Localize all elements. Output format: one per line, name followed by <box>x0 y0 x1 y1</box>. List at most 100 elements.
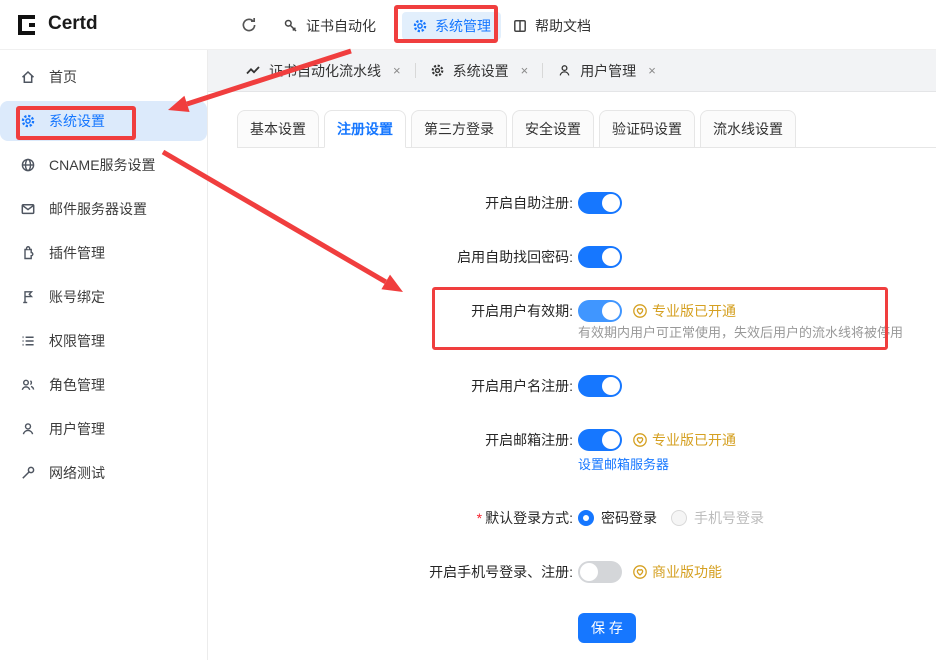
form-row-password-recovery: 启用自助找回密码: <box>208 246 936 268</box>
book-icon <box>512 18 528 34</box>
content-panel: 基本设置 注册设置 第三方登录 安全设置 验证码设置 流水线设置 开启自助注册:… <box>208 92 936 660</box>
globe-icon <box>20 157 36 173</box>
nav-cert-automation[interactable]: 证书自动化 <box>283 13 376 39</box>
sidebar-item-label: 权限管理 <box>49 331 105 351</box>
sidebar-item-plugin-management[interactable]: 插件管理 <box>0 233 207 273</box>
nav-help-docs[interactable]: 帮助文档 <box>512 13 591 39</box>
team-icon <box>20 377 36 393</box>
pro-edition-badge: 专业版已开通 <box>632 301 736 321</box>
sidebar-item-role-management[interactable]: 角色管理 <box>0 365 207 405</box>
top-header: Certd 证书自动化 系统管理 <box>0 0 936 50</box>
flag-icon <box>20 289 36 305</box>
register-settings-form: 开启自助注册: 启用自助找回密码: 开启用户有效期: <box>208 192 936 643</box>
badge-label: 专业版已开通 <box>652 430 736 450</box>
radio-checked-icon <box>578 510 594 526</box>
nav-label: 系统管理 <box>435 16 491 36</box>
radio-option-password-login[interactable]: 密码登录 <box>578 508 657 528</box>
toggle-knob <box>580 563 598 581</box>
mail-icon <box>20 201 36 217</box>
gear-icon <box>412 18 428 34</box>
field-label: 开启邮箱注册: <box>208 429 573 475</box>
username-register-toggle[interactable] <box>578 375 622 397</box>
sidebar-item-label: 邮件服务器设置 <box>49 199 147 219</box>
sidebar-item-system-settings[interactable]: 系统设置 <box>0 101 207 141</box>
sidebar-item-network-test[interactable]: 网络测试 <box>0 453 207 493</box>
tab-security-settings[interactable]: 安全设置 <box>512 110 594 148</box>
sidebar-item-label: CNAME服务设置 <box>49 155 156 175</box>
tab-pipeline-settings[interactable]: 流水线设置 <box>700 110 796 148</box>
sidebar-item-cname-settings[interactable]: CNAME服务设置 <box>0 145 207 185</box>
toggle-knob <box>602 194 620 212</box>
sidebar-item-label: 角色管理 <box>49 375 105 395</box>
toggle-knob <box>602 431 620 449</box>
form-row-username-register: 开启用户名注册: <box>208 375 936 397</box>
nav-system-management[interactable]: 系统管理 <box>402 12 501 40</box>
field-label: *默认登录方式: <box>208 507 573 529</box>
self-register-toggle[interactable] <box>578 192 622 214</box>
gear-icon <box>20 113 36 129</box>
page-tab-system-settings[interactable]: 系统设置 × <box>430 61 529 81</box>
line-chart-icon <box>245 63 261 79</box>
brand-title: Certd <box>48 13 98 35</box>
user-icon <box>557 63 572 78</box>
required-mark: * <box>477 510 482 526</box>
business-edition-badge: 商业版功能 <box>632 562 722 582</box>
puzzle-icon <box>20 245 36 261</box>
heart-badge-icon <box>632 564 648 580</box>
page-tab-label: 系统设置 <box>453 61 509 81</box>
certd-logo-icon <box>14 12 40 38</box>
page-tab-user-management[interactable]: 用户管理 × <box>557 61 656 81</box>
wrench-icon <box>20 465 36 481</box>
nav-label: 证书自动化 <box>306 16 376 36</box>
password-recovery-toggle[interactable] <box>578 246 622 268</box>
field-label: 开启用户有效期: <box>208 300 573 343</box>
page-tab-pipelines[interactable]: 证书自动化流水线 × <box>245 61 401 81</box>
refresh-icon[interactable] <box>240 16 258 34</box>
sidebar-item-mail-server-settings[interactable]: 邮件服务器设置 <box>0 189 207 229</box>
sidebar-item-permission-management[interactable]: 权限管理 <box>0 321 207 361</box>
heart-badge-icon <box>632 432 648 448</box>
tab-captcha-settings[interactable]: 验证码设置 <box>599 110 695 148</box>
list-icon <box>20 333 36 349</box>
tab-third-party-login[interactable]: 第三方登录 <box>411 110 507 148</box>
sidebar-item-label: 系统设置 <box>49 111 105 131</box>
radio-option-phone-login[interactable]: 手机号登录 <box>671 508 764 528</box>
user-expiry-toggle[interactable] <box>578 300 622 322</box>
home-icon <box>20 69 36 85</box>
tab-divider <box>542 63 543 78</box>
heart-badge-icon <box>632 303 648 319</box>
form-row-email-register: 开启邮箱注册: 专业版已开通 <box>208 429 936 475</box>
phone-login-toggle[interactable] <box>578 561 622 583</box>
sidebar-item-user-management[interactable]: 用户管理 <box>0 409 207 449</box>
pro-edition-badge: 专业版已开通 <box>632 430 736 450</box>
save-button[interactable]: 保 存 <box>578 613 636 643</box>
sidebar-item-account-binding[interactable]: 账号绑定 <box>0 277 207 317</box>
badge-label: 商业版功能 <box>652 562 722 582</box>
page-tab-strip: 证书自动化流水线 × 系统设置 × 用户管理 × <box>208 50 936 92</box>
email-register-toggle[interactable] <box>578 429 622 451</box>
toggle-knob <box>602 302 620 320</box>
field-label: 开启用户名注册: <box>208 375 573 397</box>
field-label: 开启自助注册: <box>208 192 573 214</box>
key-icon <box>283 18 299 34</box>
sidebar-item-label: 用户管理 <box>49 419 105 439</box>
mail-server-settings-link[interactable]: 设置邮箱服务器 <box>578 455 736 475</box>
radio-label: 密码登录 <box>601 508 657 528</box>
form-row-default-login-type: *默认登录方式: 密码登录 手机号登录 <box>208 507 936 529</box>
toggle-knob <box>602 248 620 266</box>
app-window: Certd 证书自动化 系统管理 <box>0 0 936 660</box>
radio-label: 手机号登录 <box>694 508 764 528</box>
user-icon <box>20 421 36 437</box>
close-icon[interactable]: × <box>648 63 656 78</box>
tab-divider <box>415 63 416 78</box>
settings-tab-bar: 基本设置 注册设置 第三方登录 安全设置 验证码设置 流水线设置 <box>237 110 936 148</box>
sidebar-item-label: 账号绑定 <box>49 287 105 307</box>
tab-register-settings[interactable]: 注册设置 <box>324 110 406 148</box>
sidebar-item-home[interactable]: 首页 <box>0 57 207 97</box>
close-icon[interactable]: × <box>393 63 401 78</box>
sidebar-item-label: 网络测试 <box>49 463 105 483</box>
toggle-knob <box>602 377 620 395</box>
close-icon[interactable]: × <box>521 63 529 78</box>
tab-basic-settings[interactable]: 基本设置 <box>237 110 319 148</box>
badge-label: 专业版已开通 <box>652 301 736 321</box>
